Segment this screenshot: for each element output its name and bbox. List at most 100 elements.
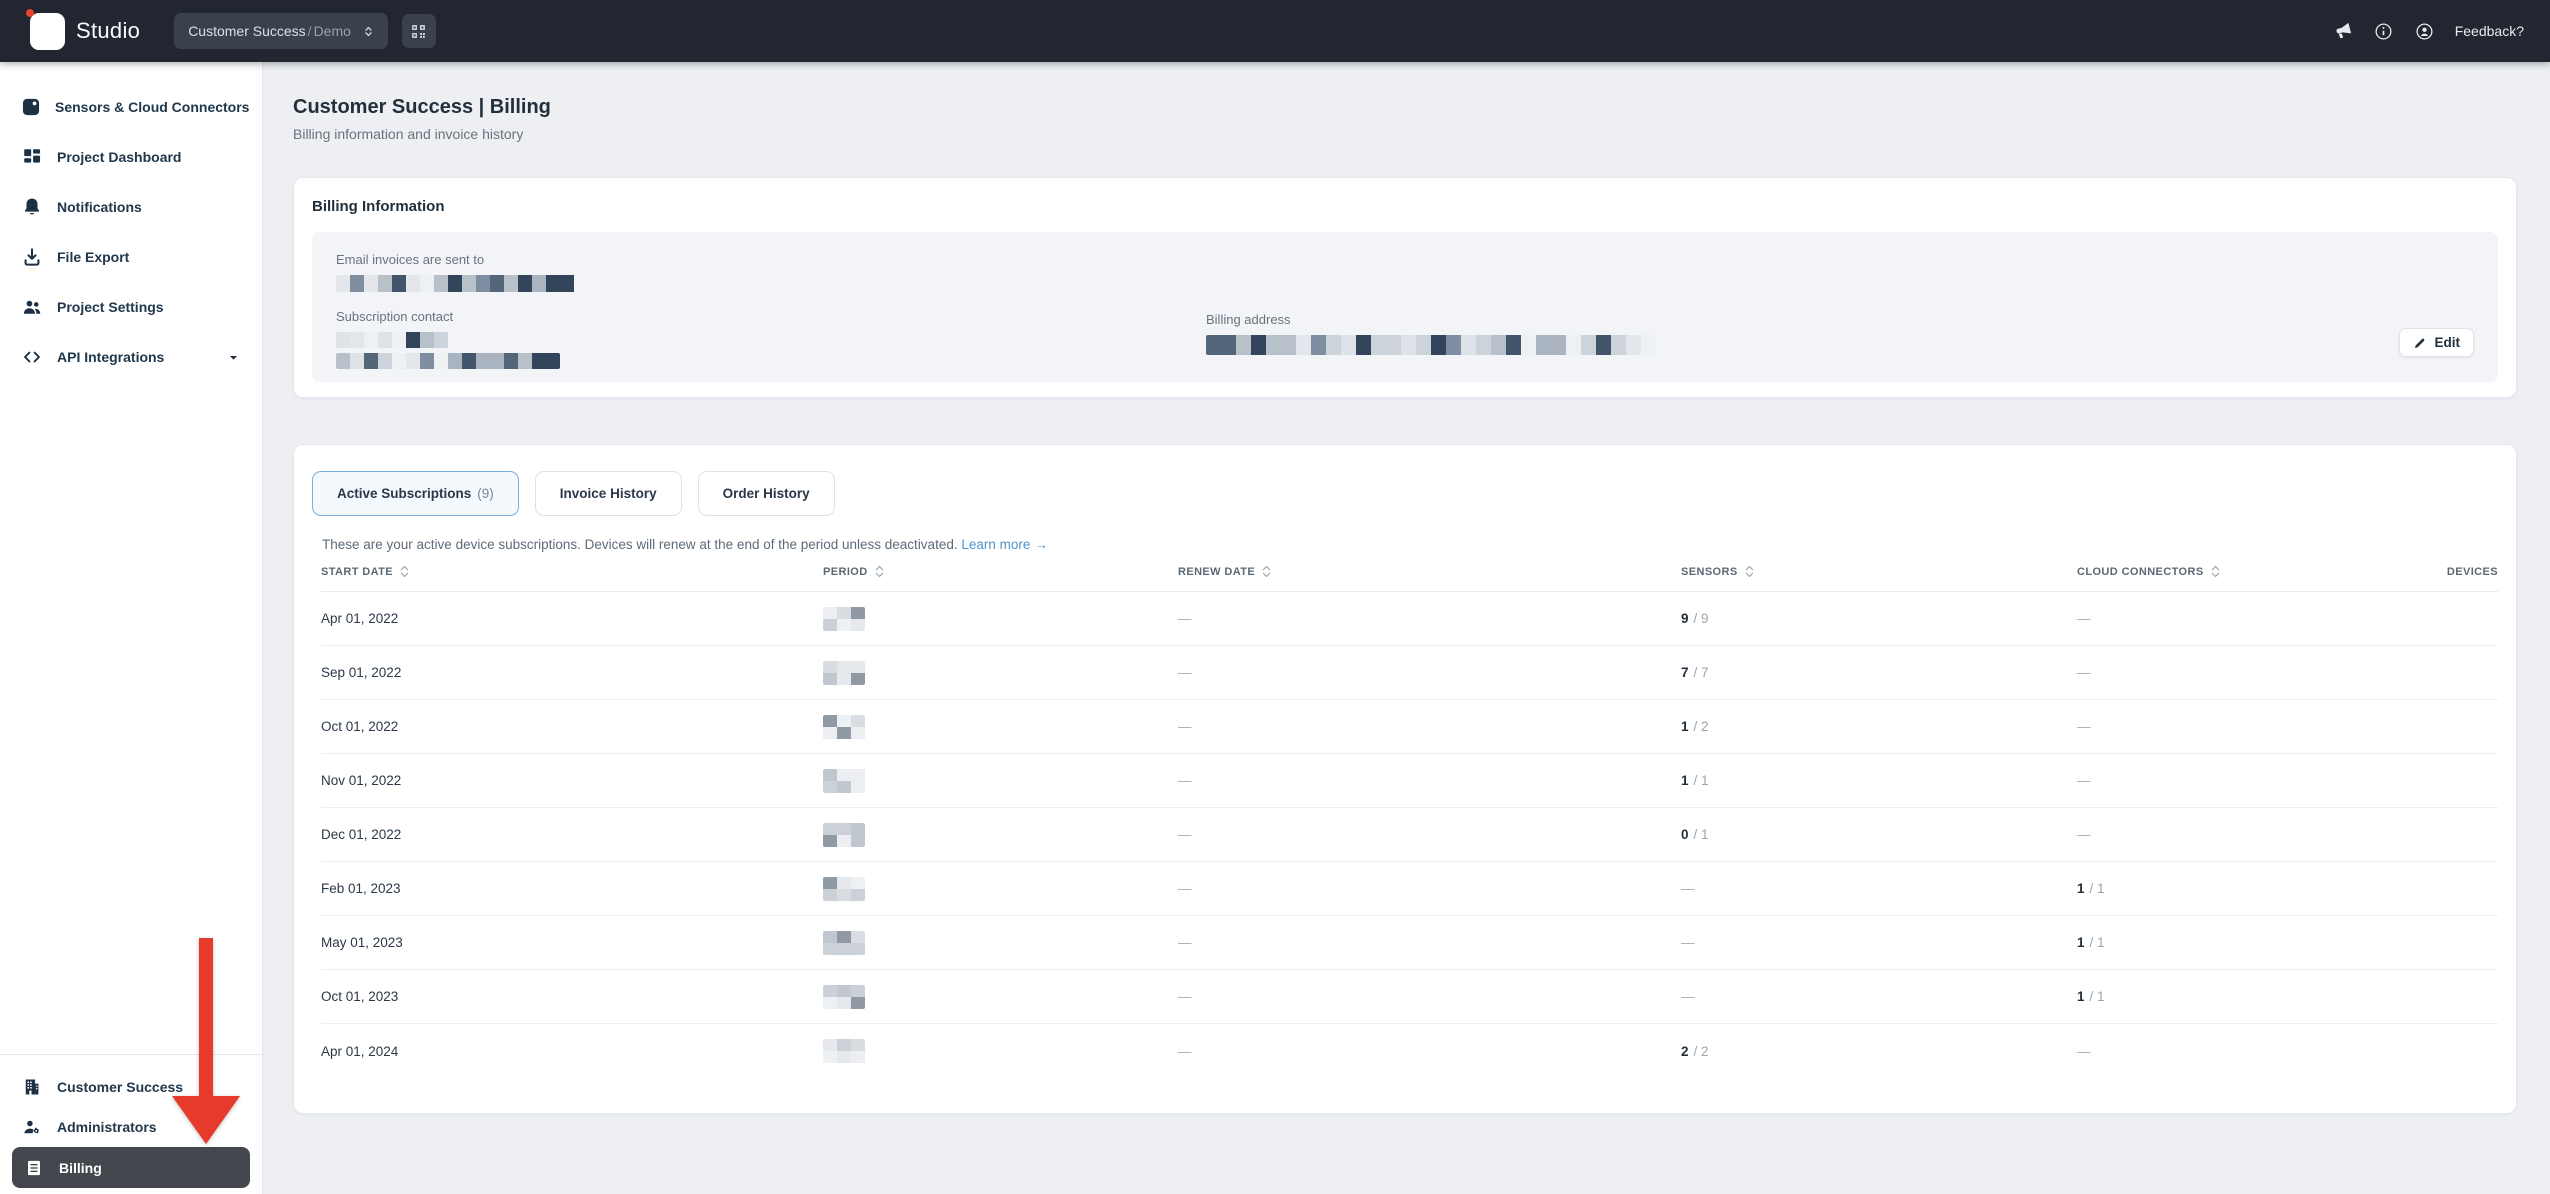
column-header-sensors[interactable]: SENSORS [1681,565,2077,578]
arrow-right-icon: → [1034,537,1048,552]
account-button[interactable] [2414,21,2435,42]
sensor-icon [20,96,42,118]
edit-billing-button[interactable]: Edit [2398,328,2474,357]
sidebar-item-label: Project Settings [57,299,164,315]
code-icon [20,346,44,368]
feedback-link[interactable]: Feedback? [2455,23,2524,39]
cell-cloud-connectors: — [2077,1043,2091,1059]
redacted-contact-line-1 [336,332,461,348]
project-selector[interactable]: Customer Success / Demo [174,13,388,49]
cell-start-date: May 01, 2023 [321,935,403,950]
learn-more-link[interactable]: Learn more → [961,537,1048,552]
sidebar-item-customer-success[interactable]: Customer Success [0,1067,262,1107]
redacted-email [336,275,582,292]
brand-title: Studio [76,18,141,43]
column-header-renew-date[interactable]: RENEW DATE [1178,565,1681,578]
whats-new-button[interactable] [2332,21,2353,42]
cell-renew-date: — [1178,989,1192,1004]
cell-sensors: — [1681,935,1695,950]
column-header-cloud-connectors[interactable]: CLOUD CONNECTORS [2077,565,2448,578]
cell-sensors: — [1681,989,1695,1004]
edit-button-label: Edit [2434,335,2461,350]
column-header-devices: DEVICES [2446,565,2498,578]
cell-start-date: Apr 01, 2024 [321,1043,399,1059]
sidebar-item-sensors-cloud-connectors[interactable]: Sensors & Cloud Connectors [0,82,262,132]
megaphone-icon [2332,21,2353,42]
people-icon [20,296,44,318]
cell-period [823,930,1178,955]
sidebar-item-project-dashboard[interactable]: Project Dashboard [0,132,262,182]
sidebar-item-file-export[interactable]: File Export [0,232,262,282]
cell-renew-date: — [1178,665,1192,680]
table-row: Nov 01, 2022 — 1/ 1 — [321,754,2498,808]
pencil-icon [2413,336,2427,350]
cell-sensors: 7/ 7 [1681,665,1709,680]
table-row: May 01, 2023 — — 1/ 1 [321,916,2498,970]
billing-icon [22,1158,46,1178]
sidebar-item-project-settings[interactable]: Project Settings [0,282,262,332]
building-icon [20,1077,44,1097]
admin-icon [20,1117,44,1137]
cell-period [823,822,1178,847]
cell-cloud-connectors: 1/ 1 [2077,881,2105,896]
tab-order-history[interactable]: Order History [697,471,835,516]
sidebar-item-label: Project Dashboard [57,149,182,165]
billing-card-title: Billing Information [312,198,445,215]
sidebar-item-label: Administrators [57,1119,157,1135]
redacted-period [823,1039,865,1063]
tab-count: (9) [477,486,494,501]
sidebar-item-label: API Integrations [57,349,165,365]
redacted-period [823,930,865,955]
cell-period [823,714,1178,739]
table-row: Apr 01, 2024 — 2/ 2 — [321,1024,2498,1078]
column-header-start-date[interactable]: START DATE [321,565,823,578]
help-button[interactable] [2373,21,2394,42]
tab-active-subscriptions[interactable]: Active Subscriptions (9) [312,471,519,516]
cell-cloud-connectors: 1/ 1 [2077,989,2105,1004]
table-row: Feb 01, 2023 — — 1/ 1 [321,862,2498,916]
sidebar-item-api-integrations[interactable]: API Integrations [0,332,262,382]
cell-renew-date: — [1178,611,1192,626]
qr-scan-button[interactable] [401,14,436,48]
table-row: Oct 01, 2023 — — 1/ 1 [321,970,2498,1024]
subscriptions-card: Active Subscriptions (9) Invoice History … [293,444,2517,1114]
sidebar-item-administrators[interactable]: Administrators [0,1107,262,1147]
sidebar-item-label: Sensors & Cloud Connectors [55,99,250,115]
chevron-down-icon [225,349,242,366]
cell-start-date: Sep 01, 2022 [321,665,402,680]
page-subtitle: Billing information and invoice history [293,126,524,142]
billing-tabs: Active Subscriptions (9) Invoice History … [312,471,2498,516]
cell-start-date: Dec 01, 2022 [321,827,402,842]
tab-label: Active Subscriptions [337,486,472,501]
cell-start-date: Oct 01, 2023 [321,989,399,1004]
cell-start-date: Apr 01, 2022 [321,611,399,626]
cell-cloud-connectors: — [2077,719,2091,734]
sidebar-item-label: Billing [59,1159,102,1176]
sidebar-item-label: Notifications [57,199,142,215]
cell-cloud-connectors: — [2077,665,2091,680]
cell-renew-date: — [1178,773,1192,788]
redacted-period [823,768,865,793]
tab-label: Order History [722,486,810,501]
column-header-period[interactable]: PERIOD [823,565,1178,578]
cell-period [823,660,1178,685]
cell-period [823,876,1178,901]
sidebar-item-billing[interactable]: Billing [12,1147,250,1188]
redacted-period [823,714,865,739]
page-title: Customer Success | Billing [293,96,551,118]
cell-sensors: 0/ 1 [1681,827,1709,842]
tab-invoice-history[interactable]: Invoice History [534,471,682,516]
cell-cloud-connectors: — [2077,773,2091,788]
subscriptions-table: START DATE PERIOD RENEW DATE SENSORS CLOUD C… [321,552,2498,1078]
cell-period [823,984,1178,1009]
cell-renew-date: — [1178,719,1192,734]
info-icon [2373,21,2394,42]
cell-sensors: 1/ 2 [1681,719,1709,734]
sidebar-item-label: Customer Success [57,1079,184,1095]
sidebar-item-notifications[interactable]: Notifications [0,182,262,232]
table-row: Oct 01, 2022 — 1/ 2 — [321,700,2498,754]
sidebar: Sensors & Cloud Connectors Project Dashb… [0,62,263,1194]
sidebar-bottom-nav: Customer Success Administrators Billing [0,1054,262,1188]
qr-scan-icon [409,22,428,41]
cell-cloud-connectors: 1/ 1 [2077,935,2105,950]
